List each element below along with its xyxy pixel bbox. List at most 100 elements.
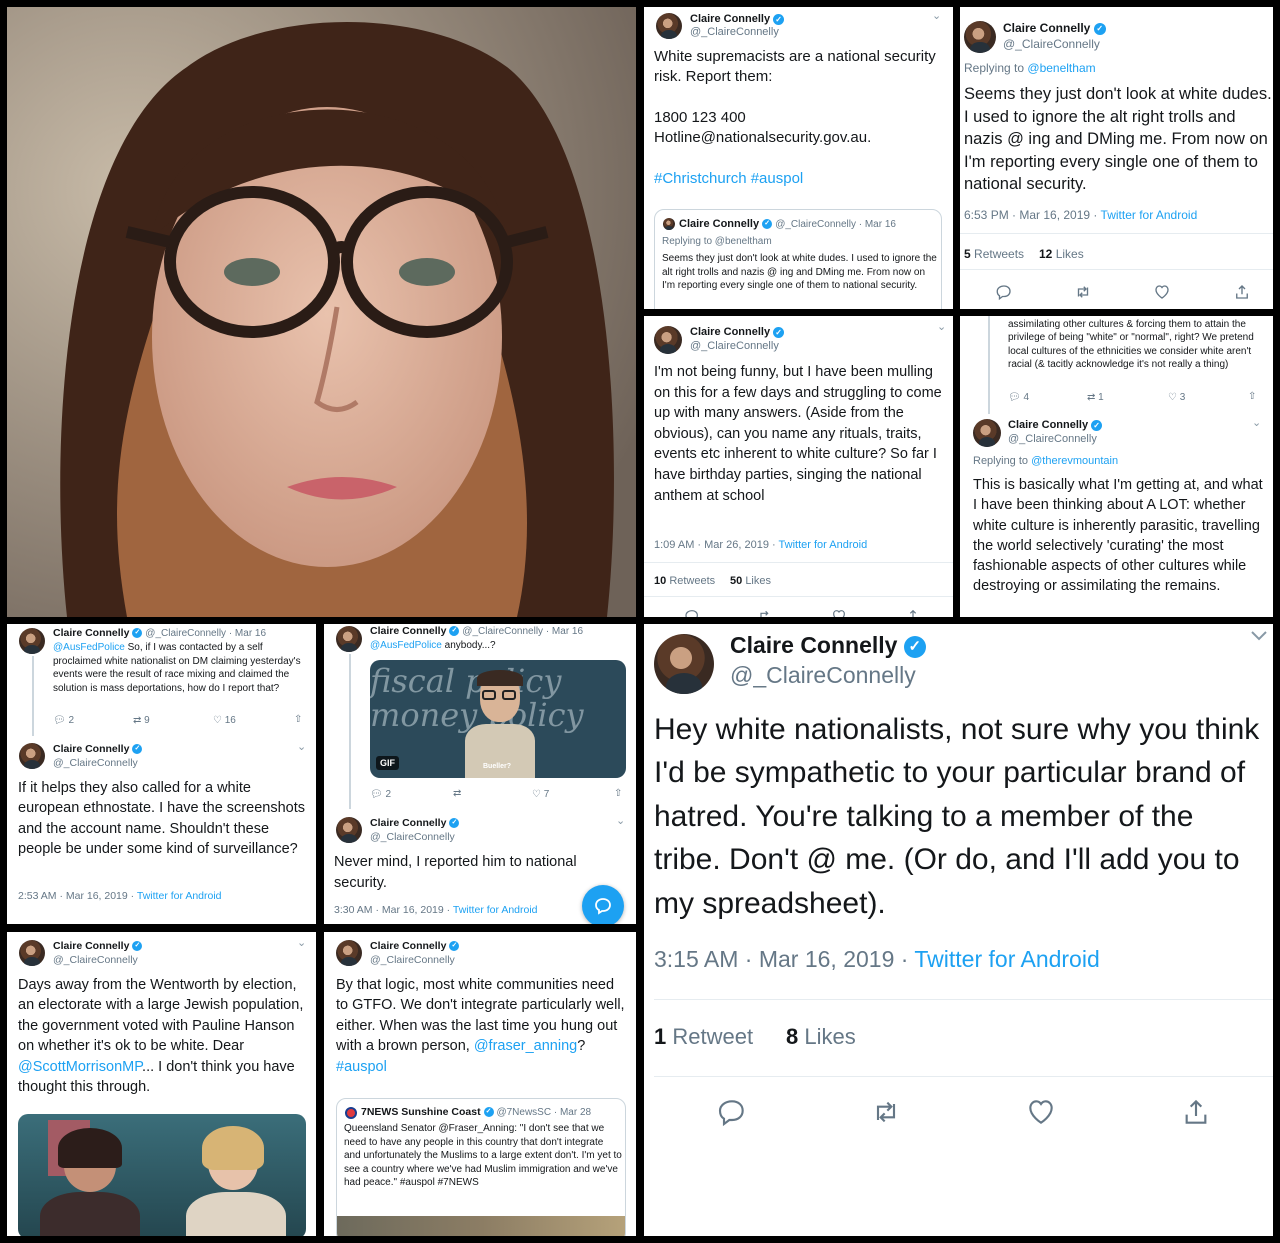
tweet-source[interactable]: Twitter for Android: [779, 539, 868, 551]
retweet-count[interactable]: ⇄ 1: [1087, 392, 1104, 403]
mention[interactable]: @fraser_anning: [474, 1038, 577, 1054]
retweet-count[interactable]: ⇄ 9: [133, 715, 150, 726]
author-name[interactable]: Claire Connelly: [370, 817, 446, 829]
like-count[interactable]: 50 Likes: [730, 575, 771, 587]
retweet-count[interactable]: 10 Retweets: [654, 575, 715, 587]
share-icon[interactable]: ⇧: [1248, 391, 1256, 402]
tweet-source[interactable]: Twitter for Android: [137, 890, 222, 902]
reply-count[interactable]: 💬︎ 2: [370, 789, 391, 800]
author-name[interactable]: Claire Connelly: [1008, 419, 1088, 431]
chevron-down-icon[interactable]: ⌄: [1252, 416, 1261, 429]
like-count[interactable]: ♡ 7: [532, 789, 549, 800]
tweet-text: If it helps they also called for a white…: [18, 780, 305, 858]
chevron-down-icon[interactable]: ⌄: [932, 9, 941, 22]
share-icon[interactable]: [905, 608, 921, 617]
author-name[interactable]: Claire Connelly: [690, 326, 770, 338]
tweet-text: By that logic, most white communities ne…: [336, 977, 625, 1075]
avatar[interactable]: [656, 13, 682, 39]
chevron-down-icon[interactable]: ⌄: [297, 740, 306, 753]
author-handle[interactable]: @_ClaireConnelly: [1003, 37, 1100, 51]
like-count[interactable]: 12 Likes: [1039, 247, 1084, 261]
author-name[interactable]: Claire Connelly: [53, 940, 129, 952]
avatar[interactable]: [654, 634, 714, 694]
reply-mention[interactable]: @beneltham: [1027, 61, 1095, 75]
mention[interactable]: @AusFedPolice: [53, 642, 125, 653]
reply-count[interactable]: 💬︎ 4: [1008, 392, 1029, 403]
author-handle[interactable]: @_ClaireConnelly: [53, 757, 138, 769]
retweet-icon[interactable]: [1074, 283, 1092, 301]
chevron-down-icon[interactable]: ⌄: [937, 320, 946, 333]
reply-count[interactable]: 💬︎ 2: [53, 715, 74, 726]
author-name[interactable]: Claire Connelly: [53, 743, 129, 755]
author-handle[interactable]: @_ClaireConnelly: [690, 340, 779, 352]
like-count[interactable]: ♡ 16: [213, 715, 236, 726]
author-name[interactable]: Claire Connelly: [370, 625, 446, 637]
author-handle[interactable]: @_ClaireConnelly: [53, 954, 138, 966]
mention[interactable]: @AusFedPolice: [370, 640, 442, 651]
retweet-icon[interactable]: [757, 608, 773, 617]
chevron-down-icon[interactable]: [1250, 630, 1268, 642]
tweet-timestamp[interactable]: 6:53 PM · Mar 16, 2019 ·: [964, 208, 1097, 222]
tweet-source[interactable]: Twitter for Android: [453, 904, 538, 916]
author-handle[interactable]: @_ClaireConnelly: [370, 831, 455, 843]
tweet-source[interactable]: Twitter for Android: [1101, 208, 1198, 222]
author-handle[interactable]: @_ClaireConnelly: [730, 662, 916, 689]
author-handle[interactable]: @_ClaireConnelly: [1008, 433, 1097, 445]
tweet-meta: @7NewsSC · Mar 28: [496, 1107, 592, 1118]
quoted-tweet[interactable]: 7NEWS Sunshine Coast ✓ @7NewsSC · Mar 28…: [336, 1098, 626, 1236]
author-name[interactable]: Claire Connelly: [53, 627, 129, 639]
gif-media[interactable]: fiscal policy money policy GIF Bueller?: [370, 660, 626, 778]
like-icon[interactable]: [1153, 283, 1171, 301]
avatar[interactable]: [336, 626, 362, 652]
quoted-tweet[interactable]: Claire Connelly ✓ @_ClaireConnelly · Mar…: [654, 209, 942, 309]
like-icon[interactable]: [1025, 1096, 1057, 1128]
retweet-count[interactable]: 5 Retweets: [964, 247, 1024, 261]
like-icon[interactable]: [831, 608, 847, 617]
avatar[interactable]: [19, 628, 45, 654]
tweet-timestamp[interactable]: 3:30 AM · Mar 16, 2019 ·: [334, 904, 450, 916]
avatar[interactable]: [19, 940, 45, 966]
tweet-timestamp[interactable]: 1:09 AM · Mar 26, 2019 ·: [654, 539, 776, 551]
hotline-email[interactable]: Hotline@nationalsecurity.gov.au.: [654, 128, 871, 148]
reply-icon[interactable]: [716, 1096, 748, 1128]
avatar[interactable]: [973, 419, 1001, 447]
retweet-icon[interactable]: ⇄: [453, 788, 461, 799]
share-icon[interactable]: ⇧: [294, 714, 302, 725]
chevron-down-icon[interactable]: ⌄: [297, 936, 306, 949]
share-icon[interactable]: [1180, 1096, 1212, 1128]
author-name[interactable]: Claire Connelly: [370, 940, 446, 952]
retweet-count[interactable]: 1 Retweet: [654, 1024, 753, 1050]
like-count[interactable]: ♡ 3: [1168, 392, 1185, 403]
avatar[interactable]: [964, 21, 996, 53]
tweet-panel-2: Claire Connelly ✓ @_ClaireConnelly Reply…: [960, 7, 1273, 309]
tweet-panel-4: assimilating other cultures & forcing th…: [960, 316, 1273, 617]
mention[interactable]: @ScottMorrisonMP: [18, 1059, 142, 1075]
video-thumbnail[interactable]: [18, 1114, 306, 1236]
tweet-timestamp[interactable]: 2:53 AM · Mar 16, 2019 ·: [18, 890, 134, 902]
chevron-down-icon[interactable]: ⌄: [616, 814, 625, 827]
avatar[interactable]: [336, 817, 362, 843]
previous-tweet-text: @AusFedPolice So, if I was contacted by …: [53, 642, 301, 694]
author-handle[interactable]: @_ClaireConnelly: [370, 954, 455, 966]
hashtag[interactable]: #auspol: [336, 1059, 387, 1075]
gif-caption: Bueller?: [483, 763, 512, 770]
hashtags[interactable]: #Christchurch #auspol: [654, 169, 803, 189]
retweet-icon[interactable]: [870, 1096, 902, 1128]
compose-button[interactable]: [582, 885, 624, 924]
reply-icon: 💬︎: [1008, 392, 1021, 403]
reply-icon[interactable]: [995, 283, 1013, 301]
author-name[interactable]: Claire Connelly: [730, 632, 897, 658]
author-handle[interactable]: @_ClaireConnelly: [690, 26, 779, 38]
avatar[interactable]: [654, 326, 682, 354]
reply-icon[interactable]: [684, 608, 700, 617]
share-icon[interactable]: [1233, 283, 1251, 301]
like-count[interactable]: 8 Likes: [786, 1024, 856, 1050]
share-icon[interactable]: ⇧: [614, 788, 622, 799]
author-name[interactable]: Claire Connelly: [690, 13, 770, 25]
tweet-timestamp[interactable]: 3:15 AM · Mar 16, 2019 ·: [654, 946, 908, 972]
avatar[interactable]: [336, 940, 362, 966]
avatar[interactable]: [19, 743, 45, 769]
author-name[interactable]: Claire Connelly: [1003, 21, 1090, 35]
reply-mention[interactable]: @therevmountain: [1031, 455, 1118, 467]
tweet-source[interactable]: Twitter for Android: [914, 946, 1099, 972]
